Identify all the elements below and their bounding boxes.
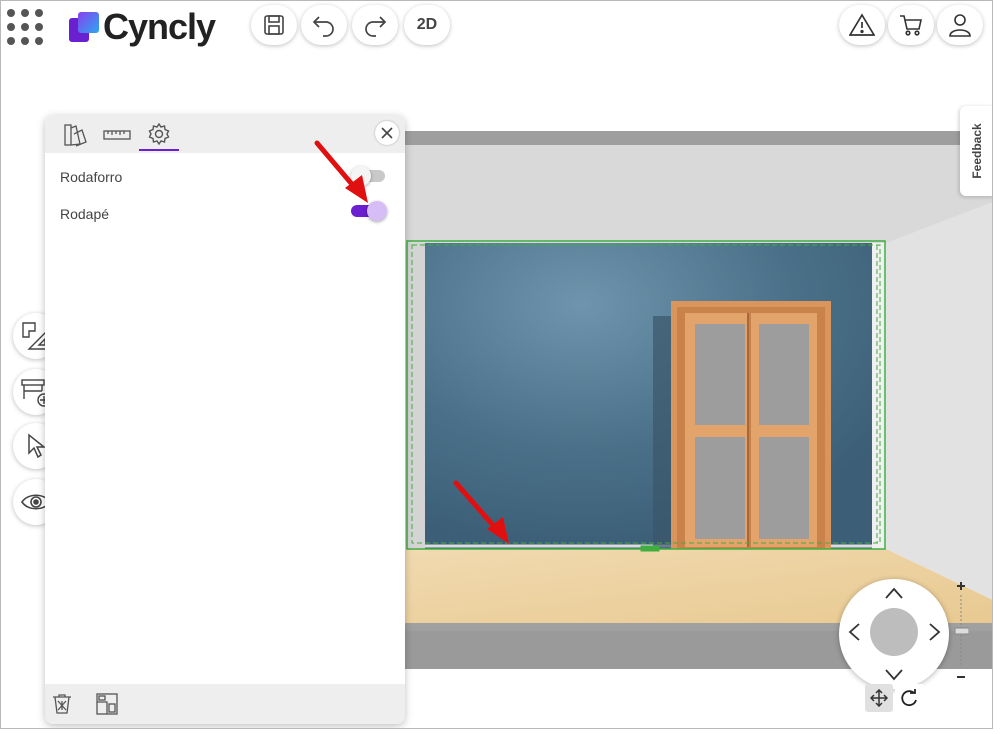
chevron-right-icon [929,623,941,641]
gear-icon [148,122,170,146]
user-account-button[interactable] [937,5,983,45]
redo-button[interactable] [352,5,398,45]
app-name: Cyncly [103,6,216,47]
delete-button[interactable] [48,690,76,718]
undo-icon [312,16,334,37]
pan-mode-button[interactable] [865,684,893,712]
ruler-icon [103,130,131,140]
feedback-label: Feedback [970,123,984,179]
warning-icon [849,13,875,36]
trash-icon [53,694,71,714]
save-button[interactable] [251,5,297,45]
undo-button[interactable] [301,5,347,45]
setting-rodape-label: Rodapé [60,206,110,222]
panel-footer [45,684,405,724]
annotation-arrow-toggle [314,140,368,203]
redo-icon [365,16,387,37]
ceiling-edge [405,131,992,145]
top-toolbar: Cyncly 2D [1,1,992,53]
nav-up-button[interactable] [884,583,904,603]
palette-icon [64,124,87,147]
close-icon [381,127,393,139]
rotate-icon [901,689,917,707]
wall-corner [872,243,886,549]
cyncly-logo-icon [69,12,99,42]
cart-button[interactable] [888,5,934,45]
view-2d-label: 2D [416,16,438,33]
select-cursor-icon [28,433,47,459]
feedback-tab[interactable]: Feedback [960,106,992,196]
warnings-button[interactable] [839,5,885,45]
zoom-track [954,582,970,678]
nav-center-joystick[interactable] [870,608,918,656]
apps-grid-icon[interactable] [7,9,47,49]
chevron-up-icon [885,587,903,599]
pan-icon [870,689,888,707]
chevron-down-icon [885,669,903,681]
navigation-control[interactable] [839,579,949,689]
ceiling [405,145,992,243]
left-wall [405,243,425,549]
setting-rodaforro-label: Rodaforro [60,169,123,185]
zoom-slider[interactable] [953,579,970,681]
layout-plan-icon [96,693,118,715]
view-2d-button[interactable]: 2D [404,5,450,45]
tab-materials[interactable] [55,119,95,151]
brand-logo: Cyncly [69,6,216,47]
tab-settings[interactable] [139,119,179,151]
chevron-left-icon [848,623,860,641]
rotate-mode-button[interactable] [895,684,923,712]
cart-icon [900,15,922,36]
tab-measure[interactable] [97,119,137,151]
nav-left-button[interactable] [844,622,864,642]
door-unit[interactable] [671,301,831,549]
door-shadow [653,316,671,548]
app-window: Cyncly 2D Feedback Rodaforro Rodapé [0,0,993,729]
right-wall [886,202,992,600]
save-icon [264,15,284,35]
layout-button[interactable] [93,690,121,718]
nav-right-button[interactable] [925,622,945,642]
nav-down-button[interactable] [884,665,904,685]
user-icon [949,14,971,37]
